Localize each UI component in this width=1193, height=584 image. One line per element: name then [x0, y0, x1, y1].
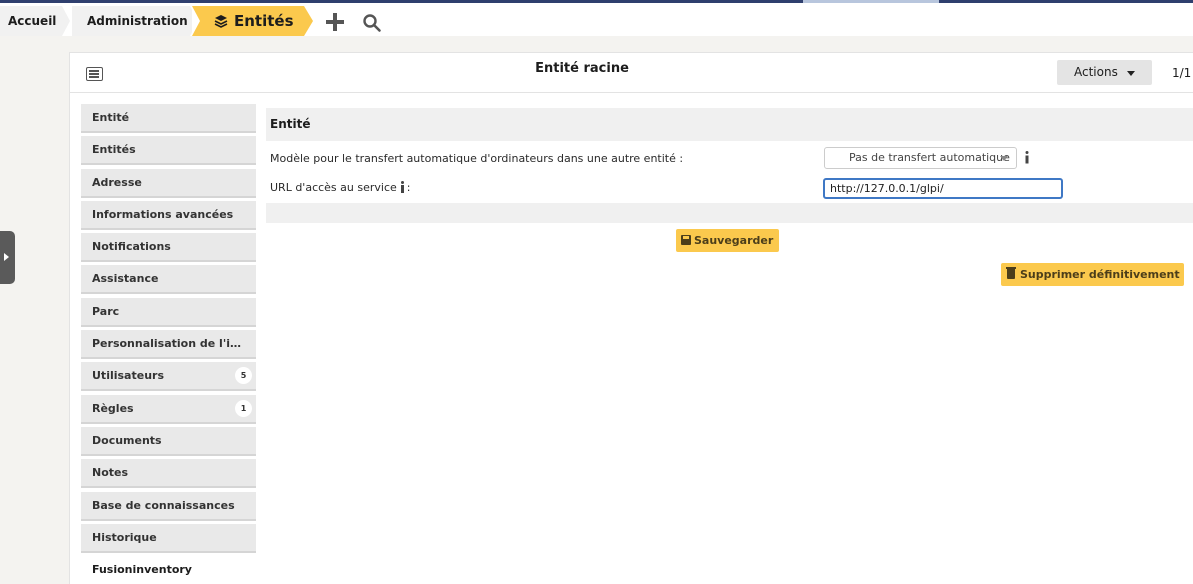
- tab-label: Règles: [92, 401, 134, 415]
- tab-item[interactable]: Personnalisation de l'interf…: [81, 330, 256, 360]
- tab-label: Utilisateurs: [92, 369, 164, 383]
- tab-label: Assistance: [92, 272, 159, 286]
- tab-label: Notifications: [92, 240, 171, 254]
- url-label-row: URL d'accès au service:: [270, 181, 411, 194]
- tab-item[interactable]: Documents: [81, 426, 256, 456]
- tab-item[interactable]: Historique: [81, 523, 256, 553]
- tab-item[interactable]: Fusioninventory: [81, 556, 256, 584]
- form-section-title: Entité: [266, 108, 1193, 141]
- tab-item[interactable]: Entité: [81, 104, 256, 133]
- url-label-suffix: :: [406, 181, 411, 194]
- tab-item[interactable]: Adresse: [81, 168, 256, 198]
- tab-item[interactable]: Entités: [81, 136, 256, 166]
- pager: 1/1: [1172, 66, 1192, 80]
- url-input[interactable]: [823, 178, 1063, 199]
- save-button[interactable]: Sauvegarder: [676, 229, 779, 252]
- info-icon[interactable]: [400, 181, 405, 193]
- tab-item[interactable]: Parc: [81, 297, 256, 327]
- search-icon[interactable]: [362, 13, 382, 33]
- caret-down-icon: [1127, 71, 1135, 76]
- breadcrumb-accueil[interactable]: Accueil: [0, 6, 62, 36]
- tab-label: Documents: [92, 433, 162, 447]
- tab-label: Informations avancées: [92, 207, 234, 221]
- card-header: Entité racine Actions 1/1: [70, 53, 1193, 93]
- tab-label: Base de connaissances: [92, 498, 235, 512]
- tab-item[interactable]: Règles 1: [81, 394, 256, 424]
- delete-label: Supprimer définitivement: [1020, 268, 1180, 281]
- breadcrumb-administration[interactable]: Administration: [72, 6, 190, 36]
- trash-icon: [1006, 267, 1016, 279]
- tab-label: Entité: [92, 111, 130, 124]
- info-icon[interactable]: [1024, 151, 1030, 164]
- transfer-select[interactable]: Pas de transfert automatique: [824, 147, 1017, 169]
- tab-label: Parc: [92, 304, 120, 318]
- main-card: Entité racine Actions 1/1 Entité Entités A…: [69, 52, 1193, 584]
- breadcrumb-entites[interactable]: Entités: [192, 6, 304, 36]
- breadcrumb-separator: [62, 6, 70, 36]
- tab-label: Adresse: [92, 175, 142, 189]
- tab-label: Fusioninventory: [92, 563, 192, 577]
- count-badge: 1: [235, 399, 252, 417]
- tab-item[interactable]: Base de connaissances: [81, 491, 256, 521]
- tab-list: Entité Entités Adresse Informations avancée…: [81, 104, 256, 584]
- save-label: Sauvegarder: [694, 234, 774, 247]
- actions-button[interactable]: Actions: [1057, 60, 1152, 85]
- sidebar-toggle-handle[interactable]: [0, 231, 15, 284]
- count-badge: 5: [235, 367, 252, 385]
- actions-label: Actions: [1074, 65, 1118, 79]
- url-label: URL d'accès au service: [270, 181, 397, 194]
- save-icon: [681, 235, 691, 245]
- form-footer: [266, 203, 1193, 223]
- tab-item[interactable]: Notifications: [81, 233, 256, 263]
- page-title: Entité racine: [535, 61, 629, 76]
- tab-item[interactable]: Informations avancées: [81, 200, 256, 230]
- tab-label: Entités: [92, 143, 136, 157]
- tab-label: Personnalisation de l'interf…: [92, 337, 256, 351]
- transfer-label: Modèle pour le transfert automatique d'o…: [270, 152, 684, 165]
- tab-item[interactable]: Notes: [81, 459, 256, 489]
- dropdown-arrow-icon: [1000, 156, 1008, 161]
- tab-item[interactable]: Assistance: [81, 265, 256, 295]
- transfer-select-value: Pas de transfert automatique: [849, 151, 1010, 164]
- add-icon[interactable]: [326, 13, 344, 31]
- tab-item[interactable]: Utilisateurs 5: [81, 362, 256, 392]
- breadcrumb: Accueil Administration Entités: [0, 3, 1193, 36]
- delete-button[interactable]: Supprimer définitivement: [1001, 263, 1184, 286]
- breadcrumb-separator: [304, 6, 313, 36]
- tab-label: Historique: [92, 530, 157, 544]
- tab-label: Notes: [92, 466, 129, 480]
- layers-icon: [214, 15, 228, 28]
